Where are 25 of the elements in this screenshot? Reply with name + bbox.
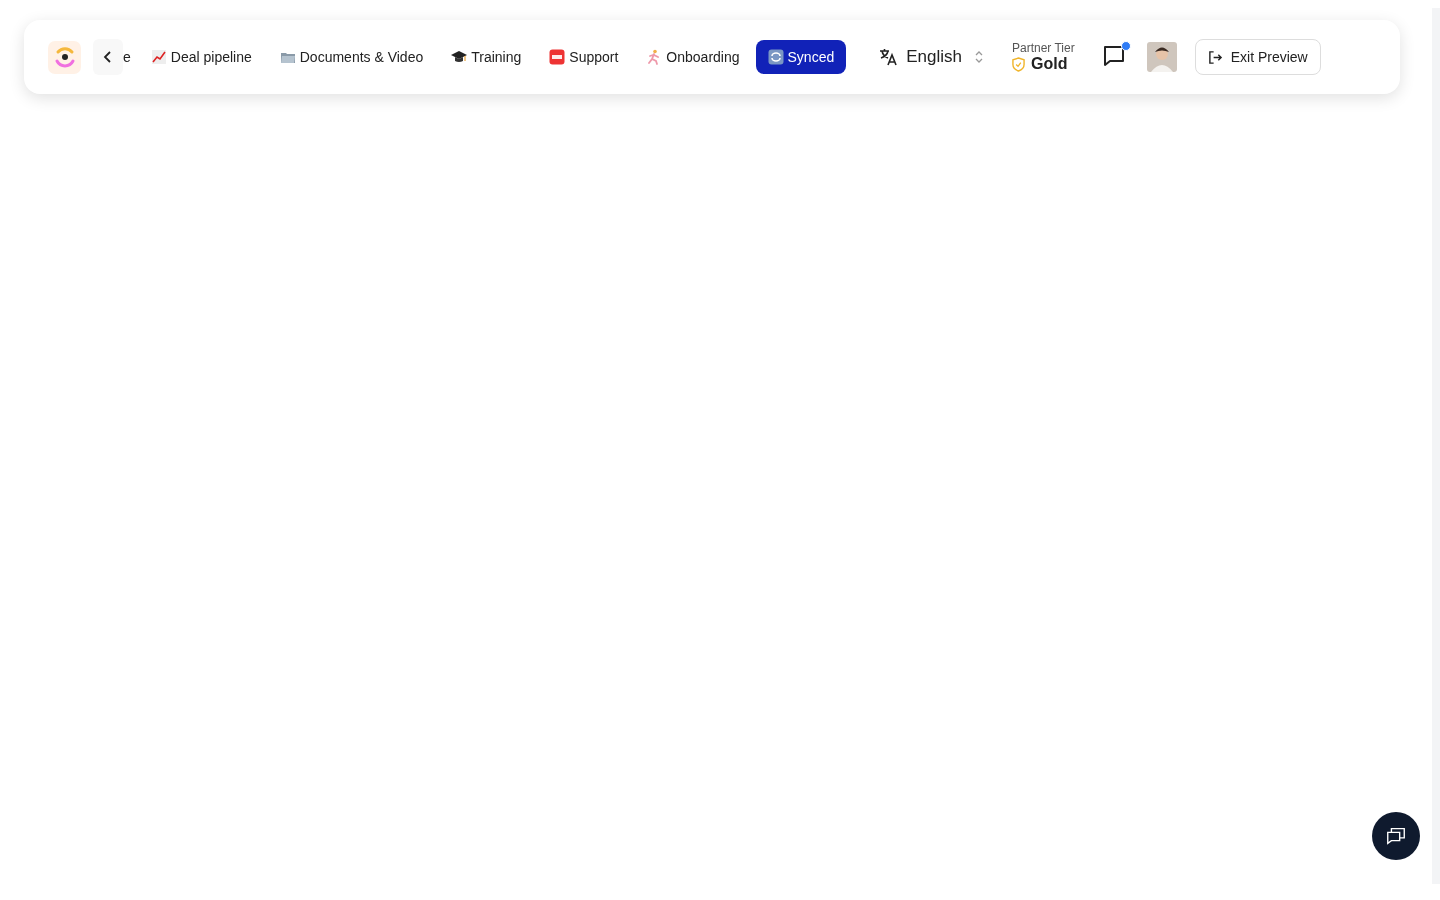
nav-tab[interactable]: Deal pipeline — [138, 40, 264, 74]
sync-icon — [767, 49, 784, 65]
scroll-left-button[interactable] — [93, 39, 123, 75]
nav-tab[interactable]: Training — [439, 40, 534, 74]
chat-button[interactable] — [1372, 812, 1420, 860]
chevron-updown-icon — [974, 50, 984, 64]
tier-label: Partner Tier — [1012, 41, 1075, 55]
shield-icon — [1012, 56, 1025, 72]
nav-tab[interactable]: e — [123, 40, 135, 74]
sos-icon — [549, 49, 566, 65]
nav-tab[interactable]: Onboarding — [634, 40, 752, 74]
chart-icon — [150, 49, 167, 65]
nav-tab[interactable]: Documents & Video — [267, 40, 436, 74]
language-select[interactable]: English — [872, 46, 990, 68]
logout-icon — [1207, 49, 1223, 65]
translate-icon — [878, 47, 899, 67]
logo-icon — [48, 40, 81, 74]
chat-icon — [1385, 825, 1407, 847]
tier-value: Gold — [1031, 55, 1068, 73]
message-icon — [1101, 44, 1126, 68]
nav-tab[interactable]: Synced — [755, 40, 847, 74]
exit-preview-button[interactable]: Exit Preview — [1194, 39, 1321, 75]
chevron-left-icon — [103, 51, 113, 63]
nav-tab[interactable]: Support — [537, 40, 631, 74]
graduation-cap-icon — [451, 49, 468, 65]
